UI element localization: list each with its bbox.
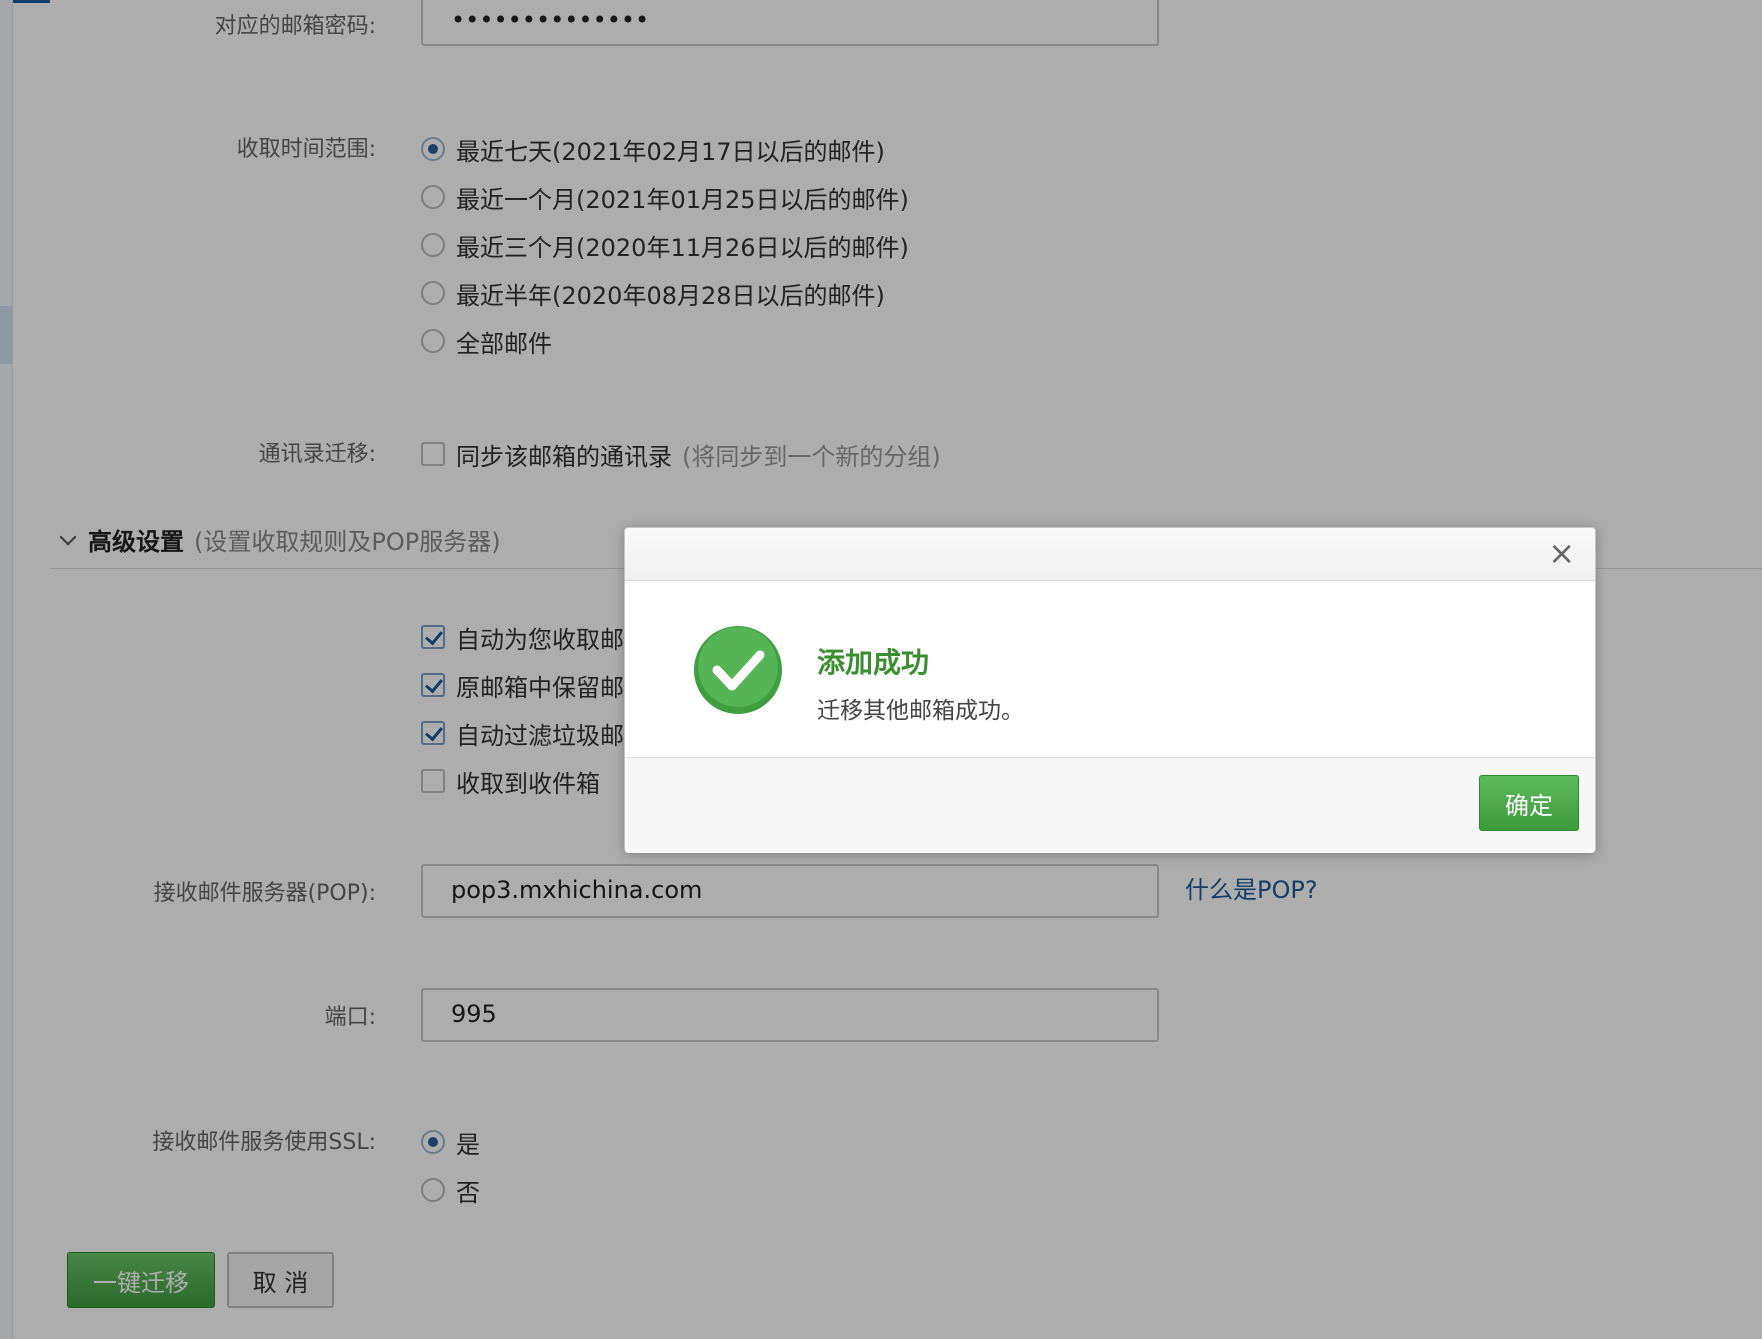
- dialog-header: ×: [625, 528, 1595, 581]
- dialog-message: 迁移其他邮箱成功。: [817, 698, 1024, 724]
- confirm-button[interactable]: 确定: [1479, 775, 1579, 831]
- success-check-icon: [694, 626, 782, 714]
- dialog-footer: 确定: [625, 757, 1595, 853]
- close-icon[interactable]: ×: [1548, 536, 1575, 570]
- success-dialog: × 添加成功 迁移其他邮箱成功。 确定: [624, 527, 1596, 853]
- dialog-title: 添加成功: [817, 646, 930, 679]
- dialog-body: 添加成功 迁移其他邮箱成功。: [625, 581, 1595, 1284]
